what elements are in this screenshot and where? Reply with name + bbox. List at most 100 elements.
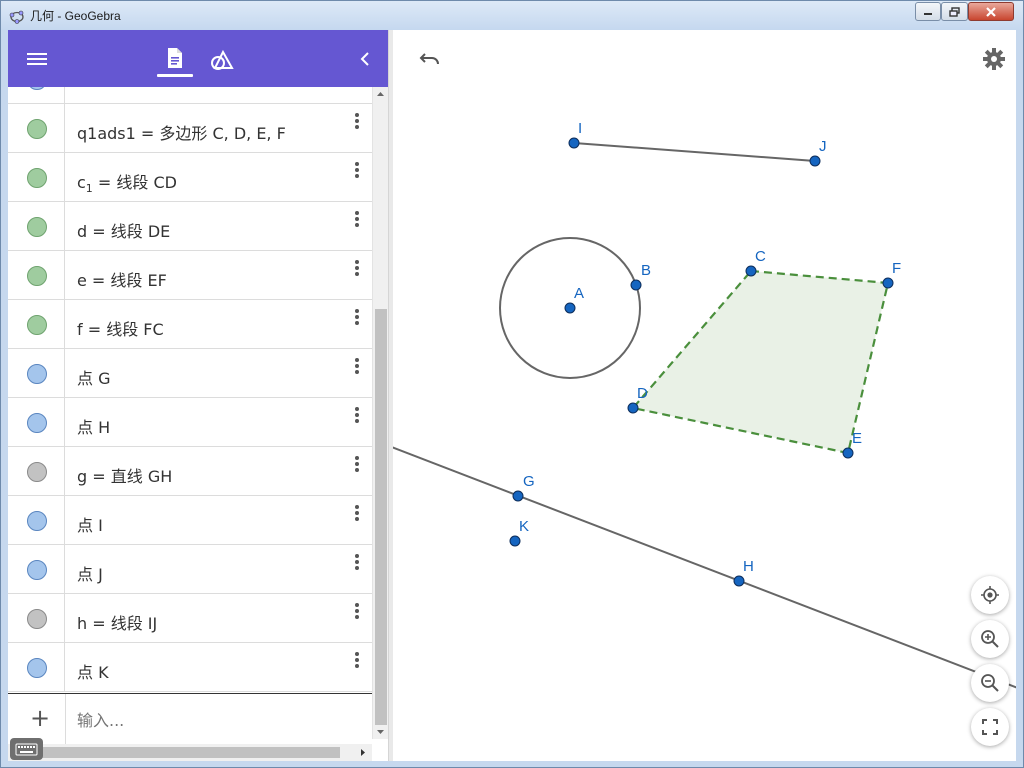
visibility-marble[interactable] (27, 511, 47, 531)
gear-icon (983, 48, 1005, 70)
list-item[interactable]: 点 G (8, 349, 372, 398)
point-c[interactable] (746, 266, 756, 276)
list-item[interactable]: 点 I (8, 496, 372, 545)
minimize-button[interactable] (915, 2, 941, 21)
visibility-marble[interactable] (27, 217, 47, 237)
scroll-up-icon[interactable] (376, 91, 385, 97)
menu-button[interactable] (24, 46, 50, 72)
point-h[interactable] (734, 576, 744, 586)
tab-tools[interactable] (208, 46, 236, 74)
vertical-scrollbar[interactable] (372, 87, 388, 739)
zoom-in-icon (980, 629, 1000, 649)
more-options-icon[interactable] (351, 307, 363, 329)
settings-button[interactable] (980, 45, 1008, 73)
point-label: I (578, 120, 582, 137)
point-e[interactable] (843, 448, 853, 458)
object-expression[interactable]: g = 直线 GH (77, 463, 172, 487)
undo-button[interactable] (415, 46, 445, 72)
list-item[interactable]: d = 线段 DE (8, 202, 372, 251)
list-item[interactable]: c1 = 线段 CD (8, 153, 372, 202)
title-bar[interactable]: 几何 - GeoGebra (1, 1, 1023, 30)
visibility-marble[interactable] (27, 658, 47, 678)
object-expression[interactable]: e = 线段 EF (77, 267, 167, 291)
more-options-icon[interactable] (351, 552, 363, 574)
list-item[interactable]: g = 直线 GH (8, 447, 372, 496)
keyboard-button[interactable] (10, 738, 43, 760)
list-item[interactable]: ... (8, 87, 372, 104)
collapse-panel-button[interactable] (354, 48, 376, 70)
object-expression[interactable]: f = 线段 FC (77, 316, 164, 340)
list-item[interactable]: 点 H (8, 398, 372, 447)
visibility-marble[interactable] (27, 413, 47, 433)
more-options-icon[interactable] (351, 111, 363, 133)
visibility-marble[interactable] (27, 168, 47, 188)
home-view-button[interactable] (971, 576, 1009, 614)
point-d[interactable] (628, 403, 638, 413)
geometry-tools-icon (210, 49, 234, 71)
scroll-thumb[interactable] (375, 309, 387, 725)
more-options-icon[interactable] (351, 503, 363, 525)
segment-h[interactable] (574, 143, 815, 161)
more-options-icon[interactable] (351, 209, 363, 231)
list-item[interactable]: 点 K (8, 643, 372, 692)
maximize-button[interactable] (941, 2, 968, 21)
object-expression[interactable]: c1 = 线段 CD (77, 169, 177, 195)
list-item[interactable]: e = 线段 EF (8, 251, 372, 300)
visibility-marble[interactable] (27, 119, 47, 139)
close-button[interactable] (968, 2, 1014, 21)
object-expression[interactable]: 点 K (77, 659, 109, 683)
visibility-marble[interactable] (27, 364, 47, 384)
algebra-input[interactable] (77, 708, 357, 732)
object-expression[interactable]: 点 I (77, 512, 103, 536)
point-b[interactable] (631, 280, 641, 290)
more-options-icon[interactable] (351, 258, 363, 280)
polygon-q1ads1[interactable] (633, 271, 888, 453)
undo-icon (419, 51, 441, 67)
point-k[interactable] (510, 536, 520, 546)
point-label: H (743, 558, 754, 575)
object-expression[interactable]: d = 线段 DE (77, 218, 170, 242)
point-f[interactable] (883, 278, 893, 288)
graphics-view[interactable]: A B C D E F G H I J K (393, 30, 1016, 761)
target-icon (980, 585, 1000, 605)
object-expression[interactable]: 点 J (77, 561, 103, 585)
more-options-icon[interactable] (351, 160, 363, 182)
window-title: 几何 - GeoGebra (30, 7, 121, 24)
list-item[interactable]: q1ads1 = 多边形 C, D, E, F (8, 104, 372, 153)
point-j[interactable] (810, 156, 820, 166)
scroll-down-icon[interactable] (376, 729, 385, 735)
visibility-marble[interactable] (27, 462, 47, 482)
more-options-icon[interactable] (351, 454, 363, 476)
zoom-out-button[interactable] (971, 664, 1009, 702)
list-item[interactable]: f = 线段 FC (8, 300, 372, 349)
list-item[interactable]: 点 J (8, 545, 372, 594)
list-item[interactable]: h = 线段 IJ (8, 594, 372, 643)
fullscreen-button[interactable] (971, 708, 1009, 746)
visibility-marble[interactable] (27, 266, 47, 286)
visibility-marble[interactable] (27, 560, 47, 580)
algebra-header (8, 30, 388, 87)
add-icon[interactable]: + (30, 704, 50, 732)
visibility-marble[interactable] (27, 87, 47, 90)
more-options-icon[interactable] (351, 650, 363, 672)
point-a[interactable] (565, 303, 575, 313)
scroll-right-icon[interactable] (360, 748, 366, 757)
line-g[interactable] (393, 446, 1016, 690)
more-options-icon[interactable] (351, 356, 363, 378)
horizontal-scroll-thumb[interactable] (34, 747, 340, 758)
zoom-in-button[interactable] (971, 620, 1009, 658)
visibility-marble[interactable] (27, 315, 47, 335)
more-options-icon[interactable] (351, 601, 363, 623)
object-expression[interactable]: h = 线段 IJ (77, 610, 157, 634)
horizontal-scrollbar[interactable] (8, 744, 372, 761)
more-options-icon[interactable] (351, 405, 363, 427)
point-i[interactable] (569, 138, 579, 148)
tab-algebra[interactable] (161, 44, 189, 72)
algebra-list[interactable]: ... q1ads1 = 多边形 C, D, E, F c1 = 线段 CD d =… (8, 87, 372, 693)
object-expression[interactable]: q1ads1 = 多边形 C, D, E, F (77, 120, 286, 144)
object-expression[interactable]: 点 H (77, 414, 110, 438)
visibility-marble[interactable] (27, 609, 47, 629)
geometry-canvas[interactable]: A B C D E F G H I J K (393, 30, 1016, 761)
object-expression[interactable]: 点 G (77, 365, 111, 389)
point-g[interactable] (513, 491, 523, 501)
